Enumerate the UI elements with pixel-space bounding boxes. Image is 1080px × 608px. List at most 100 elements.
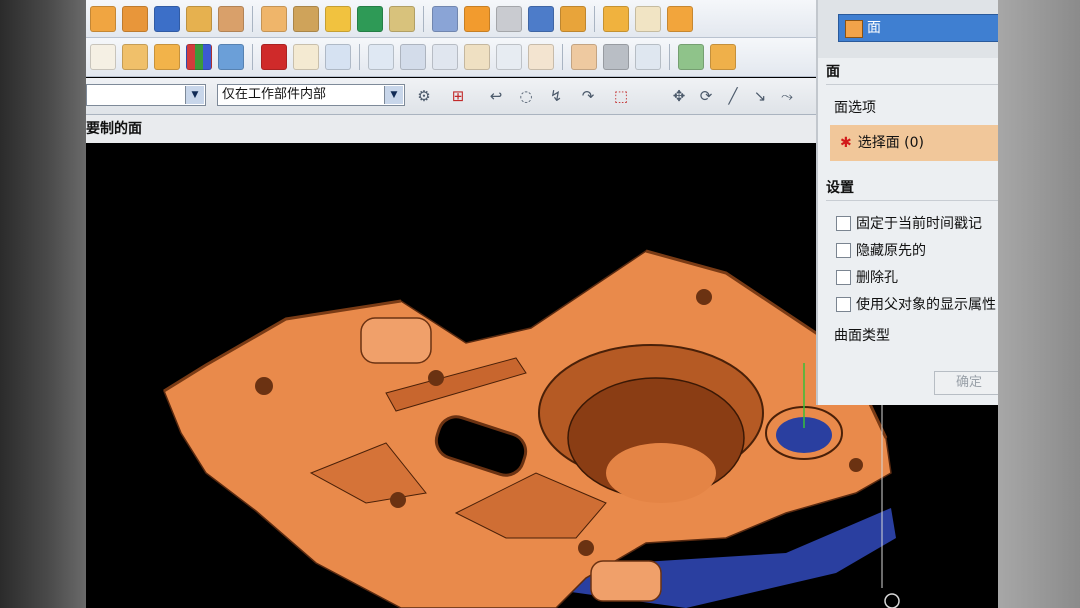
- settings-section-header[interactable]: 设置: [826, 176, 998, 201]
- rectangle-select-icon[interactable]: ⬚: [611, 86, 631, 106]
- patch-icon[interactable]: [635, 5, 661, 32]
- extract-icon[interactable]: [400, 44, 426, 70]
- scope-filter-value: 仅在工作部件内部: [222, 87, 327, 102]
- pad-feature: [590, 560, 662, 602]
- datum-csys-icon[interactable]: [496, 44, 522, 70]
- chamfer-icon[interactable]: [432, 5, 458, 32]
- color-palette-icon[interactable]: [186, 44, 212, 70]
- boss-feature: [360, 317, 432, 364]
- select-feature-icon[interactable]: ↯: [546, 86, 566, 106]
- cross-icon[interactable]: [528, 44, 554, 70]
- replace-icon[interactable]: [667, 5, 693, 32]
- point-icon[interactable]: [464, 44, 490, 70]
- left-blur-bar: [0, 0, 86, 608]
- scope-filter-combo[interactable]: 仅在工作部件内部 ▼: [217, 84, 405, 106]
- screw-boss: [390, 492, 406, 508]
- solid-cube-icon[interactable]: [261, 44, 287, 70]
- gray-swatch-icon[interactable]: [603, 44, 629, 70]
- block-icon[interactable]: [154, 5, 180, 32]
- mirror-icon[interactable]: [293, 5, 319, 32]
- checkbox-label: 使用父对象的显示属性: [856, 297, 996, 313]
- draft-icon[interactable]: [528, 5, 554, 32]
- shell-icon[interactable]: [357, 5, 383, 32]
- chevron-down-icon[interactable]: ▼: [384, 86, 403, 104]
- toolbar-row-2: [86, 38, 826, 77]
- thicken-icon[interactable]: [560, 5, 586, 32]
- checkbox-row[interactable]: 固定于当前时间戳记: [836, 213, 982, 233]
- plane-icon[interactable]: [571, 44, 597, 70]
- screw-boss: [578, 540, 594, 556]
- toolbar-separator: [669, 44, 670, 70]
- sew-icon[interactable]: [603, 5, 629, 32]
- unite-icon[interactable]: [325, 5, 351, 32]
- blend-icon[interactable]: [389, 5, 415, 32]
- type-filter-combo[interactable]: ▼: [86, 84, 206, 106]
- type-combo[interactable]: 面: [838, 14, 998, 42]
- ok-button[interactable]: 确定: [934, 371, 998, 395]
- cad-window: ▼ 仅在工作部件内部 ▼ ⚙ ⊞ ↩ ◌ ↯ ↷ ⬚ ✥ ⟳ ╱ ↘ ⤳ 要制的…: [86, 0, 998, 608]
- line-icon[interactable]: ╱: [723, 86, 743, 106]
- checkbox-label: 隐藏原先的: [856, 243, 926, 259]
- surface-type-label: 曲面类型: [834, 328, 890, 344]
- chevron-down-icon[interactable]: ▼: [185, 86, 204, 104]
- frame-icon[interactable]: [293, 44, 319, 70]
- revolve-icon[interactable]: [122, 5, 148, 32]
- curve-icon[interactable]: ⤳: [777, 86, 797, 106]
- selection-bar: ▼ 仅在工作部件内部 ▼ ⚙ ⊞ ↩ ◌ ↯ ↷ ⬚ ✥ ⟳ ╱ ↘ ⤳: [86, 78, 826, 115]
- arc-icon[interactable]: ↘: [750, 86, 770, 106]
- right-blur-bar: [998, 0, 1080, 608]
- face-section-header[interactable]: 面: [826, 60, 998, 85]
- trim-icon[interactable]: [496, 5, 522, 32]
- filter-reset-icon[interactable]: ⚙: [414, 86, 434, 106]
- undo-select-icon[interactable]: ↩: [486, 86, 506, 106]
- checkbox-row[interactable]: 隐藏原先的: [836, 240, 926, 260]
- brush-icon[interactable]: [218, 44, 244, 70]
- rotate-icon[interactable]: ⟳: [696, 86, 716, 106]
- select-body-icon[interactable]: ◌: [516, 86, 536, 106]
- pipe-icon[interactable]: [325, 44, 351, 70]
- split-face-icon[interactable]: [368, 44, 394, 70]
- clip-icon[interactable]: [678, 44, 704, 70]
- checkbox[interactable]: [836, 242, 851, 258]
- snap-point-icon[interactable]: ⊞: [448, 86, 468, 106]
- checkbox[interactable]: [836, 215, 851, 231]
- checkbox-row[interactable]: 使用父对象的显示属性: [836, 294, 996, 314]
- select-face-icon[interactable]: ↷: [578, 86, 598, 106]
- screw-boss: [696, 289, 712, 305]
- command-title: 要制的面: [86, 115, 826, 144]
- select-face-row[interactable]: ✱ 选择面 (0): [830, 125, 998, 161]
- hole-icon[interactable]: [186, 5, 212, 32]
- cylinder-icon[interactable]: [432, 44, 458, 70]
- screw-boss: [849, 458, 863, 472]
- toolbar-separator: [562, 44, 563, 70]
- cube-icon[interactable]: [154, 44, 180, 70]
- checkbox[interactable]: [836, 269, 851, 285]
- checkbox[interactable]: [836, 296, 851, 312]
- cylinder-cavity-floor: [606, 443, 716, 503]
- toolbar-row-1: [86, 0, 826, 38]
- checkbox-label: 固定于当前时间戳记: [856, 216, 982, 232]
- checkbox-label: 删除孔: [856, 270, 898, 286]
- toolbar-separator: [594, 5, 595, 32]
- move-icon[interactable]: ✥: [669, 86, 689, 106]
- checkbox-row[interactable]: 删除孔: [836, 267, 898, 287]
- toolbar-separator: [423, 5, 424, 32]
- toolbar-separator: [252, 5, 253, 32]
- wcs-origin-icon: [884, 593, 900, 608]
- boss-icon[interactable]: [218, 5, 244, 32]
- extrude-icon[interactable]: [90, 5, 116, 32]
- camera-icon[interactable]: [635, 44, 661, 70]
- face-dialog: 面 面 面选项 ✱ 选择面 (0) 设置 固定于当前时间戳记 隐藏原先的 删除孔 …: [816, 0, 998, 405]
- pattern-icon[interactable]: [261, 5, 287, 32]
- dialog-type-area: 面: [818, 0, 998, 58]
- face-options-label: 面选项: [834, 100, 876, 116]
- toolbar-separator: [252, 44, 253, 70]
- box-icon[interactable]: [122, 44, 148, 70]
- delete-face-icon[interactable]: [90, 44, 116, 70]
- layer-icon[interactable]: [710, 44, 736, 70]
- toolbar-separator: [359, 44, 360, 70]
- select-face-label: 选择面 (0): [857, 135, 925, 151]
- type-combo-value: 面: [867, 20, 881, 36]
- offset-icon[interactable]: [464, 5, 490, 32]
- screw-boss: [255, 377, 273, 395]
